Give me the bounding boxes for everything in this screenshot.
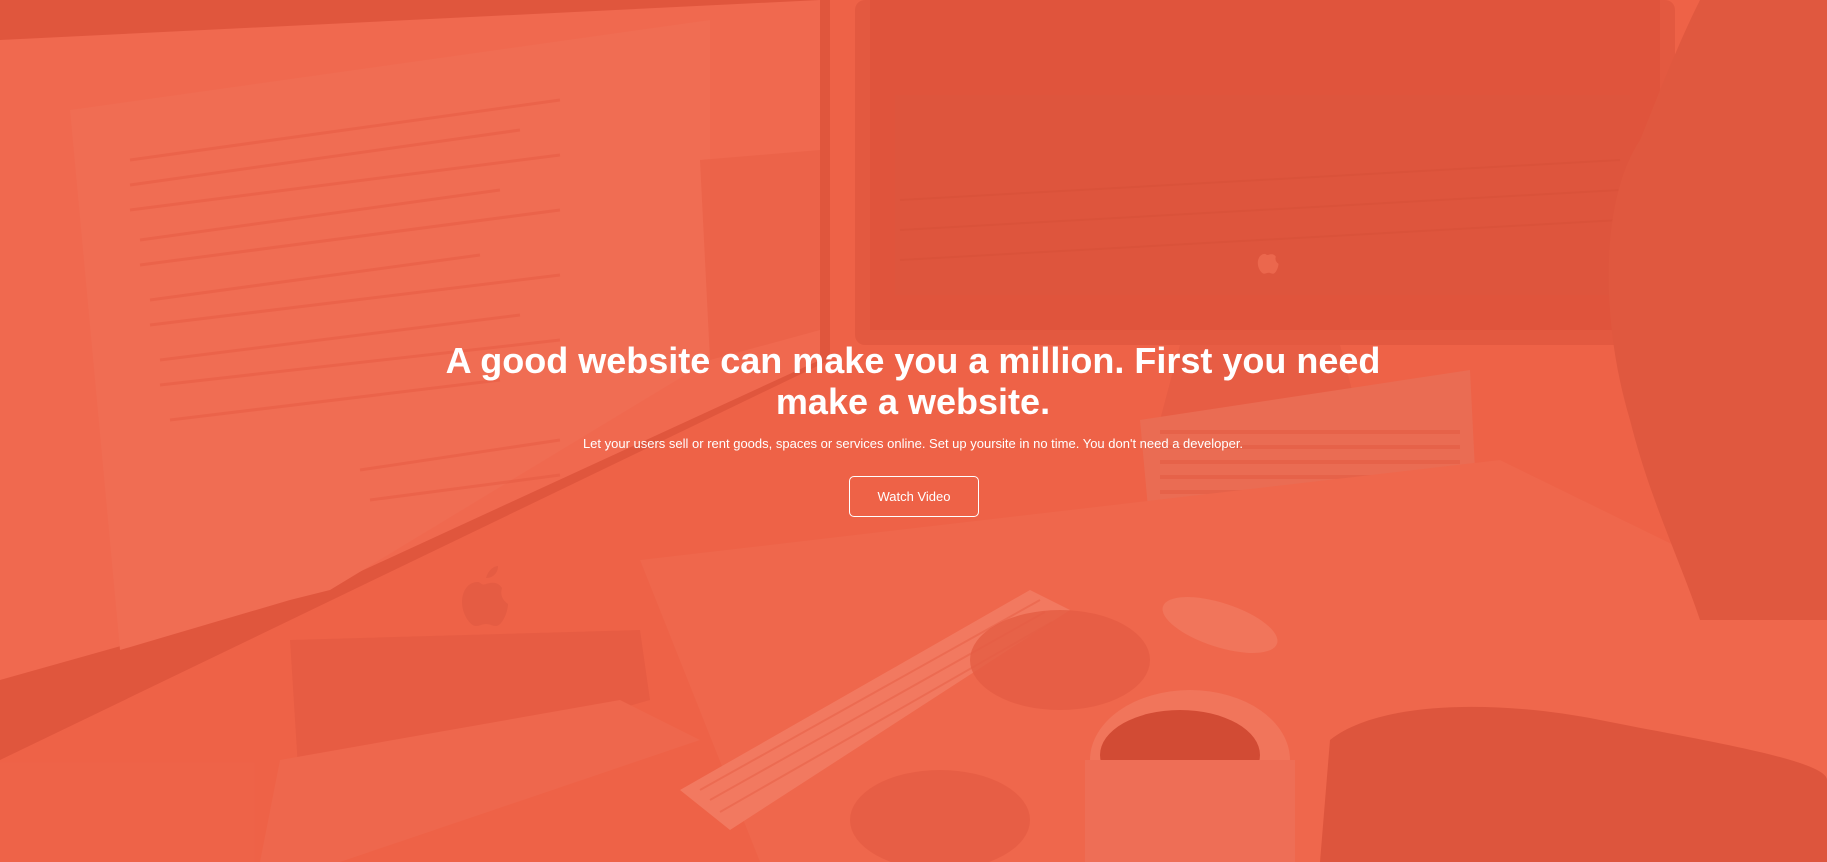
hero-section: A good website can make you a million. F…: [0, 0, 1827, 862]
hero-content: A good website can make you a million. F…: [0, 0, 1827, 862]
watch-video-button[interactable]: Watch Video: [849, 476, 979, 517]
hero-subtext: Let your users sell or rent goods, space…: [582, 436, 1244, 451]
hero-headline: A good website can make you a million. F…: [445, 340, 1381, 422]
